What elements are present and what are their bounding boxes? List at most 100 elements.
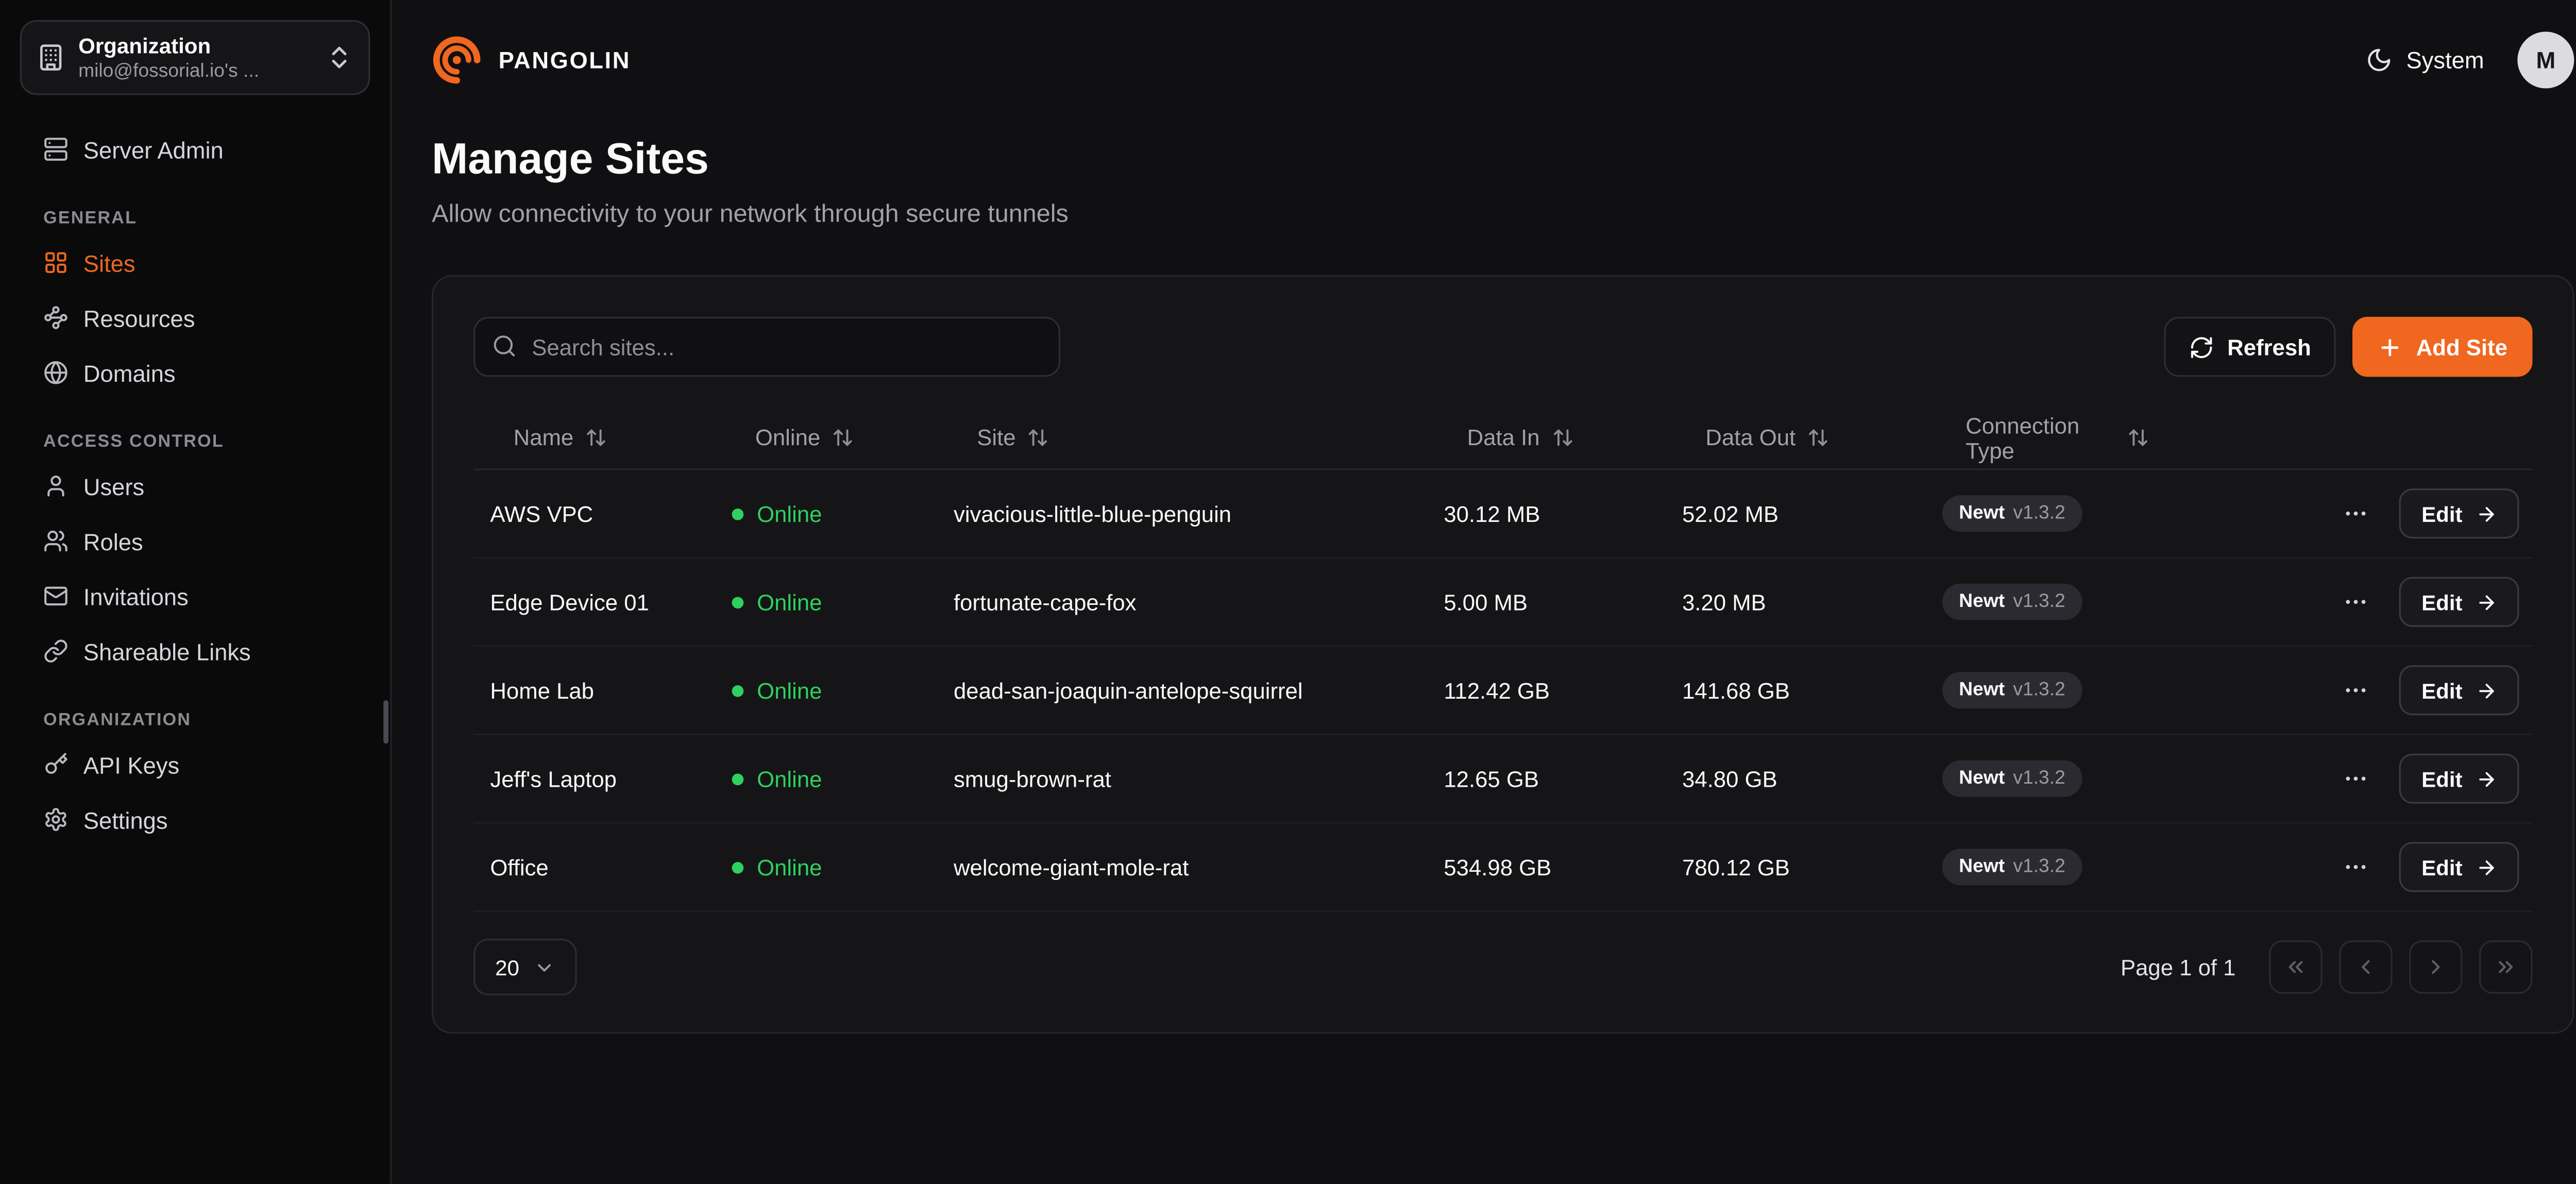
page-size-select[interactable]: 20 [473,939,578,995]
edit-button[interactable]: Edit [2400,754,2519,804]
column-header-online[interactable]: Online [715,426,937,451]
sidebar-item-server-admin[interactable]: Server Admin [20,122,370,177]
data-out: 141.68 GB [1666,678,1926,703]
topbar: PANGOLIN System M [392,0,2576,120]
plus-icon [2378,334,2403,360]
users-icon [43,529,69,554]
brand-name: PANGOLIN [499,47,631,74]
site-status: Online [715,855,937,880]
table-row: Office Online welcome-giant-mole-rat 534… [473,824,2532,912]
sidebar-item-resources[interactable]: Resources [20,290,370,345]
server-icon [43,137,69,162]
ellipsis-icon [2343,677,2370,704]
row-menu-button[interactable] [2340,762,2374,796]
sidebar-item-label: Server Admin [83,136,224,163]
sort-icon [2127,427,2149,449]
topbar-right: System M [2366,31,2574,88]
online-label: Online [757,855,822,880]
table-row: Home Lab Online dead-san-joaquin-antelop… [473,647,2532,736]
site-status: Online [715,501,937,527]
sidebar-item-roles[interactable]: Roles [20,514,370,569]
sidebar-item-label: Invitations [83,583,189,610]
row-menu-button[interactable] [2340,674,2374,707]
edit-button[interactable]: Edit [2400,489,2519,539]
card-toolbar: Refresh Add Site [473,317,2532,377]
refresh-button[interactable]: Refresh [2164,317,2336,377]
sidebar-item-api-keys[interactable]: API Keys [20,737,370,792]
column-header-data-out[interactable]: Data Out [1666,426,1926,451]
data-in: 112.42 GB [1427,678,1666,703]
page-info: Page 1 of 1 [2121,955,2235,980]
row-actions: Edit [2149,754,2532,804]
waypoints-icon [43,305,69,330]
chevrons-left-icon [2284,956,2307,979]
ellipsis-icon [2343,766,2370,792]
site-name: Jeff's Laptop [473,767,715,792]
data-out: 52.02 MB [1666,501,1926,527]
online-dot-icon [732,685,744,697]
chevrons-right-icon [2494,956,2517,979]
table-header-row: Name Online Site Data In [473,407,2532,470]
key-icon [43,752,69,777]
pangolin-logo-icon [432,35,482,85]
connection-type-cell: Newt v1.3.2 [1926,584,2149,620]
sidebar-item-users[interactable]: Users [20,459,370,514]
row-menu-button[interactable] [2340,585,2374,619]
chevron-down-icon [534,956,556,978]
row-actions: Edit [2149,489,2532,539]
refresh-icon [2189,334,2214,360]
brand[interactable]: PANGOLIN [432,35,631,85]
row-menu-button[interactable] [2340,851,2374,884]
edit-button[interactable]: Edit [2400,577,2519,627]
site-slug: fortunate-cape-fox [937,590,1427,615]
arrow-right-icon [2476,680,2497,701]
site-status: Online [715,767,937,792]
connection-type-cell: Newt v1.3.2 [1926,849,2149,886]
sidebar-item-settings[interactable]: Settings [20,792,370,847]
avatar[interactable]: M [2517,31,2574,88]
row-actions: Edit [2149,842,2532,892]
column-header-connection-type[interactable]: Connection Type [1926,413,2149,463]
page-subtitle: Allow connectivity to your network throu… [432,200,2574,229]
column-header-data-in[interactable]: Data In [1427,426,1666,451]
row-menu-button[interactable] [2340,497,2374,531]
first-page-button[interactable] [2269,941,2323,994]
next-page-button[interactable] [2409,941,2463,994]
page-title: Manage Sites [432,133,2574,185]
gear-icon [43,807,69,832]
add-site-button[interactable]: Add Site [2353,317,2533,377]
connection-type-badge: Newt v1.3.2 [1942,496,2082,532]
site-name: AWS VPC [473,501,715,527]
theme-toggle-button[interactable]: System [2366,47,2484,74]
data-in: 12.65 GB [1427,767,1666,792]
site-name: Home Lab [473,678,715,703]
table-row: Edge Device 01 Online fortunate-cape-fox… [473,559,2532,648]
section-label-access-control: ACCESS CONTROL [43,432,370,452]
page-header: Manage Sites Allow connectivity to your … [392,120,2576,229]
edit-button[interactable]: Edit [2400,842,2519,892]
data-out: 780.12 GB [1666,855,1926,880]
data-in: 30.12 MB [1427,501,1666,527]
sidebar-item-shareable-links[interactable]: Shareable Links [20,623,370,679]
link-icon [43,638,69,664]
edit-button[interactable]: Edit [2400,666,2519,716]
online-dot-icon [732,773,744,785]
envelope-icon [43,584,69,609]
sidebar-item-domains[interactable]: Domains [20,345,370,400]
chevron-left-icon [2354,956,2377,979]
add-site-label: Add Site [2416,334,2507,360]
sites-table: Name Online Site Data In [473,407,2532,912]
connection-type-cell: Newt v1.3.2 [1926,760,2149,797]
search-input[interactable] [473,317,1060,377]
sidebar-scrollbar[interactable] [383,700,388,743]
sidebar-item-invitations[interactable]: Invitations [20,568,370,623]
sidebar-item-sites[interactable]: Sites [20,235,370,290]
previous-page-button[interactable] [2339,941,2393,994]
org-selector[interactable]: Organization milo@fossorial.io's ... [20,20,370,95]
column-header-site[interactable]: Site [937,426,1427,451]
ellipsis-icon [2343,854,2370,881]
site-status: Online [715,678,937,703]
last-page-button[interactable] [2479,941,2533,994]
column-header-name[interactable]: Name [473,426,715,451]
data-in: 534.98 GB [1427,855,1666,880]
